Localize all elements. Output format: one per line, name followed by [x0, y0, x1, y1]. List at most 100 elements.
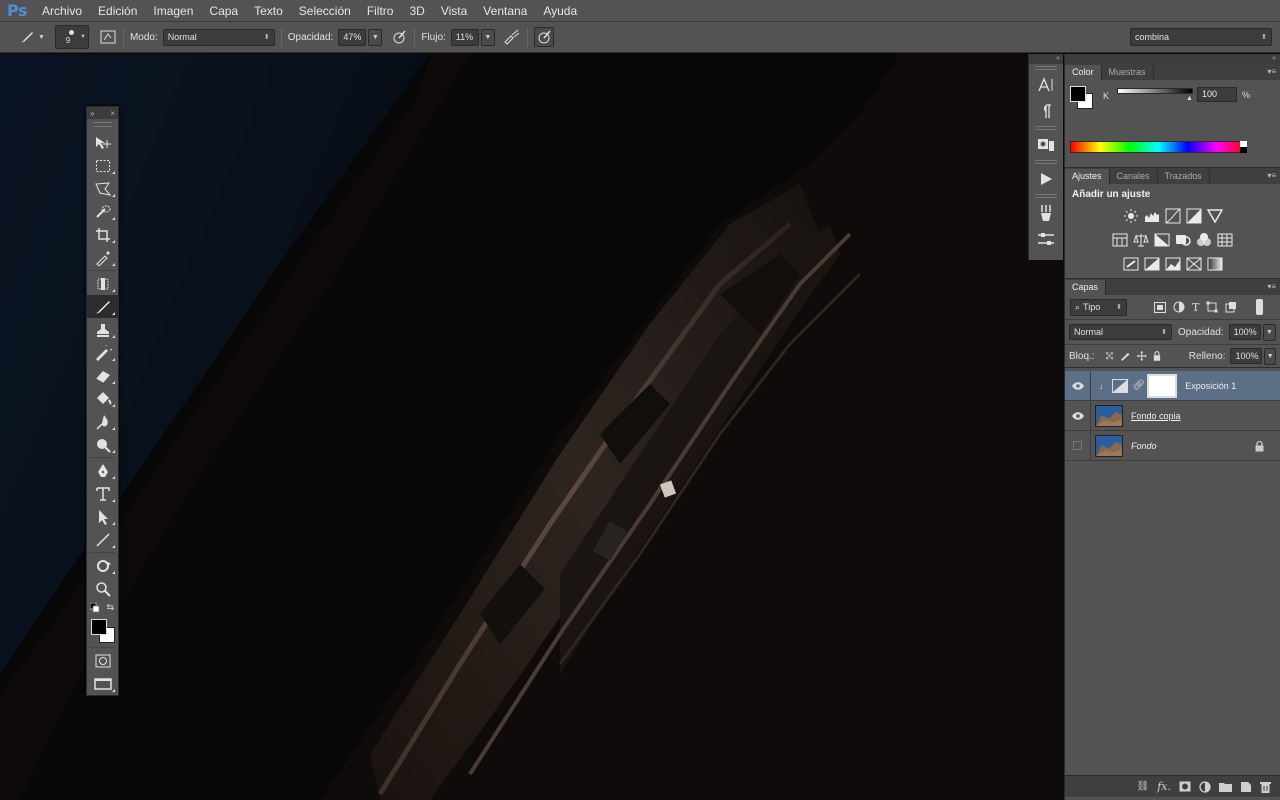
- blend-mode-dropdown[interactable]: Normal ⬍: [1069, 324, 1173, 340]
- layer-opacity-input[interactable]: 100%: [1228, 324, 1261, 340]
- lock-all-icon[interactable]: [1153, 350, 1161, 362]
- invert-icon[interactable]: [1123, 256, 1139, 272]
- visibility-eye-icon[interactable]: [1065, 400, 1091, 431]
- layer-row-exposicion[interactable]: ↓ 🔗︎ Exposición 1: [1065, 370, 1280, 401]
- collapse-arrows-icon[interactable]: »: [90, 109, 94, 118]
- panel-grip[interactable]: [1035, 160, 1057, 164]
- layer-opacity-slider-button[interactable]: ▼: [1262, 323, 1276, 341]
- visibility-toggle-off[interactable]: [1065, 430, 1091, 461]
- pen-tool[interactable]: [87, 459, 118, 482]
- lock-image-pixels-icon[interactable]: [1120, 350, 1131, 362]
- airbrush-icon[interactable]: [503, 28, 521, 46]
- color-balance-icon[interactable]: [1133, 232, 1149, 248]
- eyedropper-tool[interactable]: [87, 246, 118, 269]
- pressure-opacity-icon[interactable]: [390, 28, 408, 46]
- brush-tool-preset-icon[interactable]: [18, 28, 36, 46]
- color-swatch-controls[interactable]: ⇆: [87, 600, 118, 618]
- fill-input[interactable]: 100%: [1230, 348, 1263, 364]
- menu-filtro[interactable]: Filtro: [359, 0, 402, 22]
- lock-position-icon[interactable]: [1137, 350, 1147, 362]
- 3d-rotate-tool[interactable]: [87, 554, 118, 577]
- actions-panel-button[interactable]: [1029, 166, 1063, 192]
- menu-imagen[interactable]: Imagen: [145, 0, 201, 22]
- character-panel-button[interactable]: [1029, 72, 1063, 98]
- tool-presets-button[interactable]: [1029, 132, 1063, 158]
- opacity-slider-button[interactable]: ▼: [368, 28, 383, 46]
- tab-canales[interactable]: Canales: [1110, 169, 1158, 184]
- tool-preset-arrow-icon[interactable]: ▼: [38, 34, 45, 41]
- visibility-eye-icon[interactable]: [1065, 370, 1091, 401]
- tab-color[interactable]: Color: [1065, 65, 1102, 80]
- layer-filter-dropdown[interactable]: ⌕ Tipo ⬍: [1070, 298, 1127, 316]
- tab-capas[interactable]: Capas: [1065, 280, 1107, 295]
- layer-row-fondo-copia[interactable]: Fondo copia: [1065, 400, 1280, 431]
- filter-adjustment-icon[interactable]: [1173, 301, 1185, 313]
- menu-ventana[interactable]: Ventana: [475, 0, 535, 22]
- color-lookup-icon[interactable]: [1217, 232, 1233, 248]
- foreground-color-swatch[interactable]: [1070, 86, 1086, 102]
- link-chain-icon[interactable]: 🔗︎: [1133, 380, 1146, 391]
- tools-panel-header[interactable]: » ×: [87, 107, 118, 119]
- filter-toggle[interactable]: [1256, 299, 1264, 315]
- flow-slider-button[interactable]: ▼: [480, 28, 495, 46]
- path-selection-tool[interactable]: [87, 505, 118, 528]
- panel-grip[interactable]: [93, 122, 112, 127]
- panel-grip[interactable]: [1035, 126, 1057, 130]
- menu-capa[interactable]: Capa: [201, 0, 246, 22]
- menu-texto[interactable]: Texto: [246, 0, 291, 22]
- clone-stamp-tool[interactable]: [87, 318, 118, 341]
- filter-pixel-icon[interactable]: [1154, 301, 1166, 313]
- panel-menu-icon[interactable]: ▾≡: [1267, 67, 1276, 76]
- quick-mask-button[interactable]: [87, 649, 118, 672]
- slider-thumb-icon[interactable]: ▲: [1186, 95, 1193, 102]
- move-tool[interactable]: [87, 131, 118, 154]
- quick-selection-tool[interactable]: [87, 200, 118, 223]
- filter-smart-object-icon[interactable]: [1225, 301, 1237, 313]
- paint-bucket-tool[interactable]: [87, 387, 118, 410]
- dodge-tool[interactable]: [87, 433, 118, 456]
- brush-panel-button[interactable]: [1029, 226, 1063, 252]
- healing-brush-tool[interactable]: [87, 272, 118, 295]
- exposure-icon[interactable]: [1186, 208, 1202, 224]
- panel-grip[interactable]: [1035, 194, 1057, 198]
- collapse-dock-icon[interactable]: »: [1065, 54, 1280, 64]
- photo-filter-icon[interactable]: [1175, 232, 1191, 248]
- menu-vista[interactable]: Vista: [433, 0, 475, 22]
- default-colors-icon[interactable]: [90, 603, 100, 613]
- close-icon[interactable]: ×: [110, 109, 115, 118]
- flow-input[interactable]: 11%: [450, 28, 479, 46]
- filter-type-icon[interactable]: T: [1192, 301, 1199, 314]
- brush-presets-button[interactable]: [1029, 200, 1063, 226]
- link-layers-icon[interactable]: ⛓︎: [1137, 781, 1150, 792]
- type-tool[interactable]: [87, 482, 118, 505]
- white-black-ramp[interactable]: [1240, 141, 1247, 153]
- menu-edicion[interactable]: Edición: [90, 0, 145, 22]
- mode-dropdown[interactable]: Normal ⬍: [162, 28, 275, 46]
- zoom-tool[interactable]: [87, 577, 118, 600]
- layer-mask-thumbnail[interactable]: [1147, 373, 1178, 398]
- brush-size-picker[interactable]: 9 ▼: [54, 25, 89, 49]
- new-group-folder-icon[interactable]: [1219, 781, 1232, 792]
- tools-panel[interactable]: » × ⇆: [86, 106, 119, 696]
- menu-3d[interactable]: 3D: [401, 0, 432, 22]
- levels-icon[interactable]: [1144, 208, 1160, 224]
- expand-panels-icon[interactable]: «: [1029, 54, 1063, 64]
- panel-menu-icon[interactable]: ▾≡: [1267, 171, 1276, 180]
- tab-trazados[interactable]: Trazados: [1158, 169, 1210, 184]
- menu-seleccion[interactable]: Selección: [291, 0, 359, 22]
- menu-ayuda[interactable]: Ayuda: [535, 0, 585, 22]
- new-adjustment-layer-icon[interactable]: [1199, 780, 1211, 793]
- marquee-tool[interactable]: [87, 154, 118, 177]
- gradient-map-icon[interactable]: [1207, 256, 1223, 272]
- line-tool[interactable]: [87, 528, 118, 551]
- blur-tool[interactable]: [87, 410, 118, 433]
- panel-grip[interactable]: [1035, 66, 1057, 70]
- add-mask-icon[interactable]: [1179, 781, 1191, 792]
- posterize-icon[interactable]: [1144, 256, 1160, 272]
- selective-color-icon[interactable]: [1186, 256, 1202, 272]
- brush-tool[interactable]: [87, 295, 118, 318]
- filter-shape-icon[interactable]: [1206, 301, 1218, 313]
- history-brush-tool[interactable]: [87, 341, 118, 364]
- opacity-input[interactable]: 47%: [338, 28, 367, 46]
- swap-colors-icon[interactable]: ⇆: [106, 602, 114, 613]
